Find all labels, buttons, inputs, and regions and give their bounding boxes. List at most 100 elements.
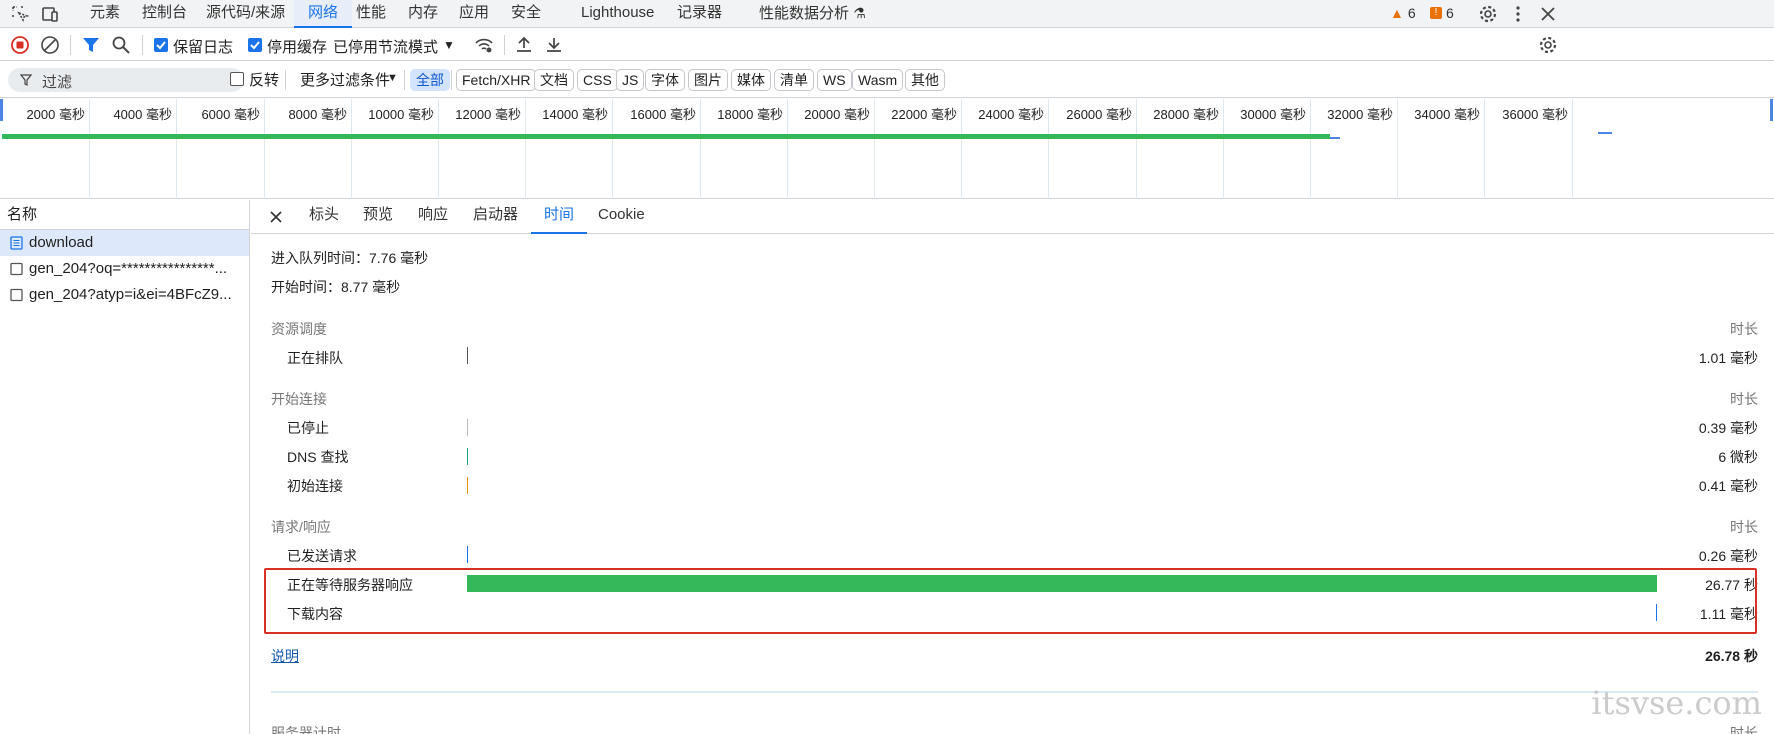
- checkmark-icon: [156, 41, 166, 50]
- overview-tick-label: 36000 毫秒: [1502, 107, 1568, 122]
- filter-funnel-icon[interactable]: [81, 35, 101, 55]
- import-har-icon[interactable]: [514, 35, 534, 55]
- more-options-icon[interactable]: [1508, 4, 1528, 24]
- overview-request-bar-tail: [1330, 137, 1340, 139]
- overview-tick-label: 32000 毫秒: [1327, 107, 1393, 122]
- search-icon[interactable]: [111, 35, 131, 55]
- clear-icon[interactable]: [40, 35, 60, 55]
- request-list: 名称 download gen_204?oq=****************.…: [0, 200, 250, 734]
- filter-chip-doc[interactable]: 文档: [534, 69, 574, 91]
- record-stop-icon[interactable]: [10, 35, 30, 55]
- queued-at-text: 进入队列时间：7.76 毫秒: [271, 250, 429, 266]
- disable-cache-checkbox[interactable]: [248, 38, 262, 52]
- filter-divider: [404, 70, 405, 90]
- close-devtools-icon[interactable]: [1538, 4, 1558, 24]
- overview-tick-label: 20000 毫秒: [804, 107, 870, 122]
- filter-funnel-icon: [20, 74, 32, 86]
- network-settings-gear-icon[interactable]: [1538, 35, 1558, 55]
- device-toolbar-icon[interactable]: [40, 4, 60, 24]
- request-row-gen204-atyp[interactable]: gen_204?atyp=i&ei=4BFcZ9...: [0, 282, 249, 308]
- filter-chip-media[interactable]: 媒体: [731, 69, 771, 91]
- timing-label-dns-lookup: DNS 查找: [287, 449, 349, 465]
- name-column-header[interactable]: 名称: [0, 200, 249, 230]
- devtools-tab-bar: 元素 控制台 源代码/来源 网络 性能 内存 应用 安全 Lighthouse …: [0, 0, 1774, 28]
- duration-header: 时长: [1730, 321, 1758, 337]
- network-conditions-icon[interactable]: [474, 35, 494, 55]
- overview-tick-label: 8000 毫秒: [288, 107, 347, 122]
- explanation-link[interactable]: 说明: [271, 646, 299, 666]
- tab-performance-insights[interactable]: 性能数据分析 ⚗: [759, 0, 866, 28]
- chevron-down-icon[interactable]: ▼: [443, 38, 455, 52]
- overview-gridline: [1484, 99, 1485, 199]
- timing-label-queueing: 正在排队: [287, 350, 343, 366]
- filter-divider: [451, 70, 452, 90]
- overview-tick-label: 16000 毫秒: [630, 107, 696, 122]
- request-name: download: [29, 234, 94, 251]
- tab-elements[interactable]: 元素: [90, 0, 120, 28]
- warning-icon: ▲: [1390, 5, 1404, 21]
- filter-chip-other[interactable]: 其他: [905, 69, 945, 91]
- warnings-counter[interactable]: ▲ 6: [1390, 5, 1416, 21]
- settings-gear-icon[interactable]: [1478, 4, 1498, 24]
- overview-left-handle[interactable]: [0, 99, 3, 121]
- flask-icon: ⚗: [853, 5, 866, 21]
- timing-bar-request-sent: [467, 546, 468, 563]
- tab-lighthouse[interactable]: Lighthouse: [581, 0, 654, 28]
- tab-security[interactable]: 安全: [511, 0, 541, 28]
- filter-chip-wasm[interactable]: Wasm: [852, 69, 904, 91]
- tab-performance[interactable]: 性能: [356, 0, 386, 28]
- overview-gridline: [1048, 99, 1049, 199]
- tab-memory[interactable]: 内存: [408, 0, 438, 28]
- highlight-box: [264, 568, 1757, 634]
- watermark: itsvse.com: [1591, 684, 1762, 722]
- filter-chip-all[interactable]: 全部: [410, 69, 450, 91]
- filter-input[interactable]: 过滤: [8, 68, 244, 92]
- tab-cookies[interactable]: Cookie: [598, 200, 645, 234]
- inspect-element-icon[interactable]: [10, 4, 30, 24]
- overview-tick-label: 14000 毫秒: [542, 107, 608, 122]
- close-detail-icon[interactable]: [269, 210, 283, 224]
- request-row-gen204-oq[interactable]: gen_204?oq=****************...: [0, 256, 249, 282]
- filter-chip-fetch-xhr[interactable]: Fetch/XHR: [456, 69, 537, 91]
- filter-chip-manifest[interactable]: 清单: [774, 69, 814, 91]
- tab-recorder[interactable]: 记录器: [677, 0, 722, 28]
- timing-total: 26.78 秒: [1705, 648, 1758, 664]
- overview-tick-label: 10000 毫秒: [368, 107, 434, 122]
- export-har-icon[interactable]: [544, 35, 564, 55]
- tab-initiator[interactable]: 启动器: [473, 200, 518, 234]
- more-filters-dropdown[interactable]: 更多过滤条件: [300, 69, 390, 90]
- overview-tick-label: 30000 毫秒: [1240, 107, 1306, 122]
- filter-chip-img[interactable]: 图片: [688, 69, 728, 91]
- tab-preview[interactable]: 预览: [363, 200, 393, 234]
- preserve-log-checkbox[interactable]: [154, 38, 168, 52]
- overview-request-bar-secondary: [1598, 132, 1612, 134]
- tab-timing[interactable]: 时间: [531, 200, 587, 234]
- filter-chip-ws[interactable]: WS: [817, 69, 852, 91]
- filter-chip-css[interactable]: CSS: [577, 69, 618, 91]
- overview-tick-label: 4000 毫秒: [113, 107, 172, 122]
- tab-network[interactable]: 网络: [294, 0, 352, 28]
- overview-right-handle[interactable]: [1770, 99, 1773, 121]
- issue-icon: !: [1430, 7, 1442, 19]
- filter-chip-js[interactable]: JS: [616, 69, 645, 91]
- invert-label: 反转: [249, 72, 280, 89]
- tab-response[interactable]: 响应: [418, 200, 448, 234]
- timing-bar-queueing: [467, 347, 468, 364]
- preserve-log-label: 保留日志: [173, 39, 234, 56]
- filter-chip-font[interactable]: 字体: [645, 69, 685, 91]
- tab-console[interactable]: 控制台: [142, 0, 187, 28]
- tab-headers[interactable]: 标头: [309, 200, 339, 234]
- tab-application[interactable]: 应用: [459, 0, 489, 28]
- throttling-select[interactable]: 已停用节流模式: [333, 36, 438, 57]
- overview-request-bar: [2, 134, 1330, 139]
- errors-counter[interactable]: ! 6: [1430, 5, 1454, 21]
- invert-checkbox[interactable]: [230, 72, 244, 86]
- request-row-download[interactable]: download: [0, 230, 249, 256]
- duration-header: 时长: [1730, 725, 1758, 734]
- timing-value-stalled: 0.39 毫秒: [1698, 420, 1758, 436]
- chevron-down-icon[interactable]: ▼: [387, 72, 398, 84]
- tab-sources[interactable]: 源代码/来源: [206, 0, 285, 28]
- overview-tick-label: 18000 毫秒: [717, 107, 783, 122]
- network-overview[interactable]: 2000 毫秒 4000 毫秒 6000 毫秒 8000 毫秒 10000 毫秒 1200…: [0, 99, 1774, 199]
- errors-count: 6: [1446, 5, 1454, 21]
